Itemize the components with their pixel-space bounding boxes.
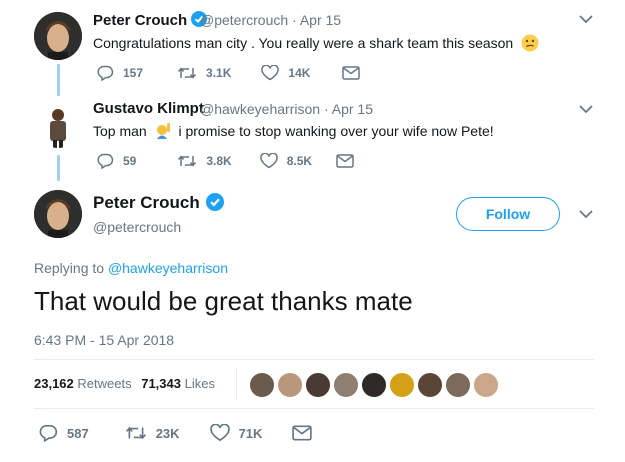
reply-count: 587 <box>67 425 89 441</box>
retweet-button[interactable]: 23K <box>125 424 180 442</box>
retweet-icon <box>178 155 197 167</box>
reply-button[interactable]: 59 <box>96 153 136 169</box>
avatar[interactable] <box>34 100 82 148</box>
verified-badge-icon <box>206 193 225 211</box>
tweet-text: Congratulations man city . You really we… <box>93 35 514 51</box>
envelope-icon <box>342 66 361 80</box>
retweet-count: 3.1K <box>206 66 232 80</box>
author-name[interactable]: Gustavo Klimpt <box>93 100 204 117</box>
retweets-stat[interactable]: 23,162 Retweets <box>34 376 135 391</box>
retweet-button[interactable]: 3.1K <box>177 65 231 81</box>
retweet-icon <box>125 426 146 440</box>
heart-icon <box>261 65 280 81</box>
message-button[interactable] <box>342 66 361 80</box>
message-button[interactable] <box>336 154 354 168</box>
replying-to-label: Replying to <box>34 260 105 276</box>
envelope-icon <box>336 154 354 168</box>
liker-avatar[interactable] <box>276 371 304 399</box>
reply-icon <box>97 153 114 169</box>
tweet-date[interactable]: Apr 15 <box>332 101 373 117</box>
liker-avatar[interactable] <box>332 371 360 399</box>
reply-icon <box>39 424 58 442</box>
tweet-text-start: Top man <box>93 123 147 139</box>
retweets-total: 23,162 <box>34 376 74 391</box>
likers-avatars[interactable] <box>248 371 518 401</box>
avatar[interactable] <box>34 190 82 238</box>
heart-icon <box>259 153 278 169</box>
retweet-button[interactable]: 3.8K <box>177 153 232 169</box>
avatar[interactable] <box>34 12 82 60</box>
liker-avatar[interactable] <box>248 371 276 399</box>
thread-connector <box>57 64 60 96</box>
chevron-down-icon[interactable] <box>579 209 593 219</box>
tweet-text-end: i promise to stop wanking over your wife… <box>178 123 494 139</box>
like-count: 14K <box>288 66 311 80</box>
author-handle[interactable]: @petercrouch <box>93 219 181 235</box>
like-count: 71K <box>238 425 263 441</box>
author-handle[interactable]: @hawkeyeharrison <box>200 101 320 117</box>
like-button[interactable]: 14K <box>261 65 310 81</box>
follow-button[interactable]: Follow <box>456 197 560 231</box>
divider <box>34 408 594 409</box>
reply-button[interactable]: 587 <box>38 424 89 442</box>
main-tweet-text: That would be great thanks mate <box>34 286 413 316</box>
author-name[interactable]: Peter Crouch <box>93 193 200 212</box>
author-name[interactable]: Peter Crouch <box>93 12 187 29</box>
envelope-icon <box>292 425 313 441</box>
divider <box>34 359 594 360</box>
tweet-date[interactable]: Apr 15 <box>300 12 341 28</box>
stats-divider <box>236 368 237 400</box>
raising-hand-emoji-icon <box>156 123 170 139</box>
retweet-count: 3.8K <box>206 154 232 168</box>
liker-avatar[interactable] <box>444 371 472 399</box>
reply-count: 59 <box>123 154 137 168</box>
likes-stat[interactable]: 71,343 Likes <box>141 376 215 391</box>
liker-avatar[interactable] <box>360 371 388 399</box>
reply-button[interactable]: 157 <box>96 65 143 81</box>
liker-avatar[interactable] <box>472 371 500 399</box>
likes-total: 71,343 <box>141 376 181 391</box>
retweet-count: 23K <box>155 425 180 441</box>
reply-icon <box>97 65 114 81</box>
thread-connector <box>57 155 60 181</box>
confused-face-emoji-icon <box>521 34 539 52</box>
like-count: 8.5K <box>286 154 313 168</box>
message-button[interactable] <box>292 425 313 441</box>
liker-avatar[interactable] <box>304 371 332 399</box>
heart-icon <box>209 424 230 442</box>
author-handle[interactable]: @petercrouch <box>200 12 288 28</box>
tweet-timestamp[interactable]: 6:43 PM - 15 Apr 2018 <box>34 332 174 348</box>
like-button[interactable]: 8.5K <box>259 153 313 169</box>
retweet-icon <box>177 67 197 79</box>
likes-stat-label: Likes <box>184 376 215 391</box>
replying-to-link[interactable]: @hawkeyeharrison <box>108 260 228 276</box>
reply-count: 157 <box>123 66 144 80</box>
separator-dot: · <box>292 12 297 28</box>
liker-avatar[interactable] <box>416 371 444 399</box>
chevron-down-icon[interactable] <box>579 14 593 24</box>
chevron-down-icon[interactable] <box>579 104 593 114</box>
retweets-stat-label: Retweets <box>77 376 132 391</box>
liker-avatar[interactable] <box>388 371 416 399</box>
separator-dot: · <box>323 101 329 117</box>
like-button[interactable]: 71K <box>209 424 263 442</box>
